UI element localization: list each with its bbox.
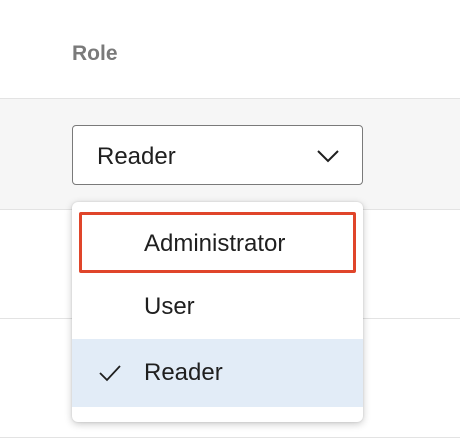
option-user[interactable]: User: [72, 273, 363, 341]
option-label: Administrator: [144, 230, 286, 257]
option-administrator[interactable]: Administrator: [72, 210, 363, 278]
option-label: Reader: [144, 359, 223, 386]
role-column-header: Role: [72, 42, 118, 65]
role-dropdown[interactable]: Reader: [72, 125, 363, 185]
option-label: User: [144, 293, 195, 320]
role-dropdown-listbox: Administrator User Reader: [72, 202, 363, 422]
checkmark-icon: [99, 365, 121, 382]
option-reader[interactable]: Reader: [72, 339, 363, 407]
role-dropdown-value: Reader: [97, 143, 176, 170]
chevron-down-icon: [317, 150, 339, 163]
table-header-row: Role: [0, 0, 460, 99]
